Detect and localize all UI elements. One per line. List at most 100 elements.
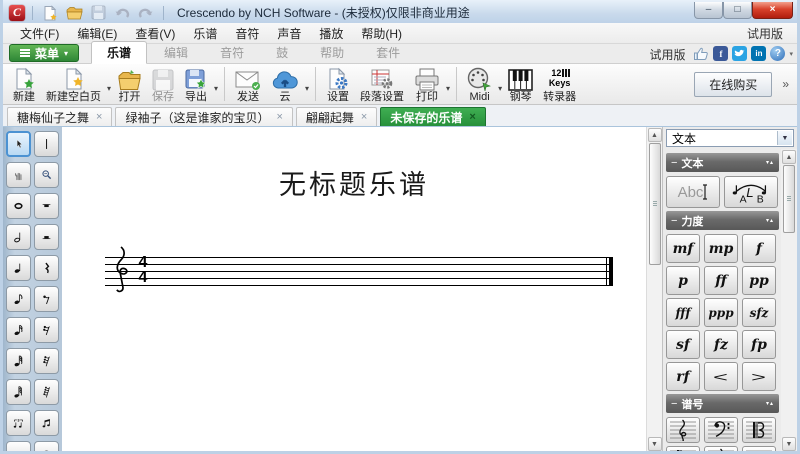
collapse-icon[interactable]: − (671, 215, 677, 227)
dynamic-mf-button[interactable]: mf (666, 234, 700, 263)
hand-pan-tool[interactable] (6, 162, 31, 188)
sixteenth-note-tool[interactable] (6, 317, 31, 343)
new-blank-page-button[interactable]: 新建空白页 (41, 65, 106, 104)
dynamic-rf-button[interactable]: rf (666, 362, 700, 391)
thirty-second-rest-tool[interactable] (34, 348, 59, 374)
beamed-notes-tool[interactable] (34, 410, 59, 436)
tie-tool[interactable] (6, 441, 31, 451)
menu-help[interactable]: 帮助(H) (352, 23, 411, 44)
dynamic-fz-button[interactable]: fz (704, 330, 738, 359)
section-header-clefs[interactable]: − 谱号 ▾▴ (666, 394, 779, 413)
sixty-fourth-rest-tool[interactable] (34, 379, 59, 405)
barline-tool[interactable] (34, 131, 59, 157)
zoom-tool[interactable] (34, 162, 59, 188)
sixteenth-rest-tool[interactable] (34, 317, 59, 343)
maximize-button[interactable]: □ (723, 2, 752, 19)
ribbon-tab-help[interactable]: 帮助 (305, 42, 359, 63)
help-icon[interactable]: ? (770, 46, 786, 61)
treble-octave-clef-button[interactable] (704, 446, 738, 451)
treble-clef-button[interactable] (666, 417, 700, 443)
green-menu-button[interactable]: 菜单 ▾ (9, 44, 80, 62)
dynamic-ff-button[interactable]: ff (704, 266, 738, 295)
slur-tool[interactable] (34, 441, 59, 451)
tenor-clef-button[interactable] (666, 446, 700, 451)
dynamic-f-button[interactable]: f (742, 234, 776, 263)
midi-button[interactable]: Midi (462, 65, 497, 104)
piano-button[interactable]: 钢琴 (503, 65, 538, 104)
chevron-down-icon[interactable]: ▾ (789, 50, 793, 58)
minimize-button[interactable]: – (694, 2, 723, 19)
eighth-rest-tool[interactable] (34, 286, 59, 312)
settings-button[interactable]: 设置 (321, 65, 355, 104)
keys-transcriber-button[interactable]: 12 Keys 转录器 (538, 65, 581, 104)
triplet-tool[interactable]: 3 (6, 410, 31, 436)
ribbon-tab-score[interactable]: 乐谱 (91, 41, 148, 64)
collapse-icon[interactable]: − (671, 157, 677, 169)
dropdown-arrow-icon[interactable]: ▾ (446, 76, 450, 93)
palette-selector-dropdown[interactable]: 文本 ▼ (666, 129, 794, 147)
ribbon-tab-suite[interactable]: 套件 (361, 42, 415, 63)
thumbs-up-icon[interactable] (693, 46, 709, 61)
eighth-note-tool[interactable] (6, 286, 31, 312)
alto-clef-button[interactable] (742, 417, 776, 443)
section-header-text[interactable]: − 文本 ▾▴ (666, 153, 779, 172)
dynamic-sf-button[interactable]: sf (666, 330, 700, 359)
dynamic-sfz-button[interactable]: sfz (742, 298, 776, 327)
scroll-down-button[interactable]: ▼ (647, 437, 662, 451)
send-button[interactable]: 发送 (230, 65, 266, 104)
section-toggle-icons[interactable]: ▾▴ (766, 159, 774, 166)
half-rest-tool[interactable] (34, 224, 59, 250)
score-canvas[interactable]: 无标题乐谱 4 4 (62, 127, 646, 451)
music-staff[interactable] (105, 257, 613, 286)
dropdown-arrow-icon[interactable]: ▾ (214, 76, 218, 93)
chevron-down-icon[interactable]: ▼ (777, 131, 792, 145)
neutral-clef-button[interactable] (742, 446, 776, 451)
decrescendo-hairpin-button[interactable]: > (742, 362, 776, 391)
scroll-up-button[interactable]: ▲ (647, 128, 662, 142)
scroll-track[interactable] (647, 265, 663, 436)
canvas-scrollbar[interactable]: ▲ ▼ (646, 127, 663, 451)
panel-scrollbar[interactable]: ▲ ▼ (781, 149, 797, 451)
lyrics-tool-button[interactable]: A B L (724, 176, 778, 208)
paragraph-settings-button[interactable]: 段落设置 (355, 65, 409, 104)
crescendo-hairpin-button[interactable]: < (704, 362, 738, 391)
select-tool[interactable] (6, 131, 31, 157)
twitter-icon[interactable] (732, 46, 748, 61)
ribbon-tab-edit[interactable]: 编辑 (149, 42, 203, 63)
half-note-tool[interactable] (6, 224, 31, 250)
quick-open-button[interactable] (64, 4, 84, 22)
dynamic-pp-button[interactable]: pp (742, 266, 776, 295)
buy-online-button[interactable]: 在线购买 (694, 71, 773, 97)
menu-score[interactable]: 乐谱 (184, 23, 226, 44)
collapse-icon[interactable]: − (671, 398, 677, 410)
thirty-second-note-tool[interactable] (6, 348, 31, 374)
scroll-thumb[interactable] (648, 143, 661, 265)
menu-play[interactable]: 播放 (310, 23, 352, 44)
text-tool-button[interactable]: Abc (666, 176, 720, 208)
quick-new-button[interactable] (40, 4, 60, 22)
open-button[interactable]: 打开 (112, 65, 147, 104)
scroll-thumb[interactable] (783, 165, 795, 233)
close-tab-icon[interactable]: × (96, 111, 102, 123)
sixty-fourth-note-tool[interactable] (6, 379, 31, 405)
menu-sound[interactable]: 声音 (268, 23, 310, 44)
close-tab-icon[interactable]: × (469, 111, 475, 123)
doc-tab-1[interactable]: 糖梅仙子之舞 × (7, 107, 113, 126)
linkedin-icon[interactable]: in (751, 46, 767, 61)
close-tab-icon[interactable]: × (276, 111, 282, 123)
close-button[interactable]: × (752, 2, 793, 19)
dynamic-mp-button[interactable]: mp (704, 234, 738, 263)
dropdown-arrow-icon[interactable]: ▾ (305, 76, 309, 93)
toolbar-overflow-button[interactable]: » (778, 77, 793, 91)
ribbon-tab-drums[interactable]: 鼓 (261, 42, 303, 63)
scroll-track[interactable] (781, 233, 797, 436)
close-tab-icon[interactable]: × (361, 111, 367, 123)
quick-save-button[interactable] (88, 4, 108, 22)
save-button[interactable]: 保存 (147, 65, 179, 104)
dropdown-arrow-icon[interactable]: ▾ (498, 76, 502, 93)
doc-tab-3[interactable]: 翩翩起舞 × (295, 107, 378, 126)
time-signature[interactable]: 4 4 (136, 255, 150, 285)
quarter-rest-tool[interactable] (34, 255, 59, 281)
facebook-icon[interactable]: f (713, 46, 729, 61)
dynamic-p-button[interactable]: p (666, 266, 700, 295)
